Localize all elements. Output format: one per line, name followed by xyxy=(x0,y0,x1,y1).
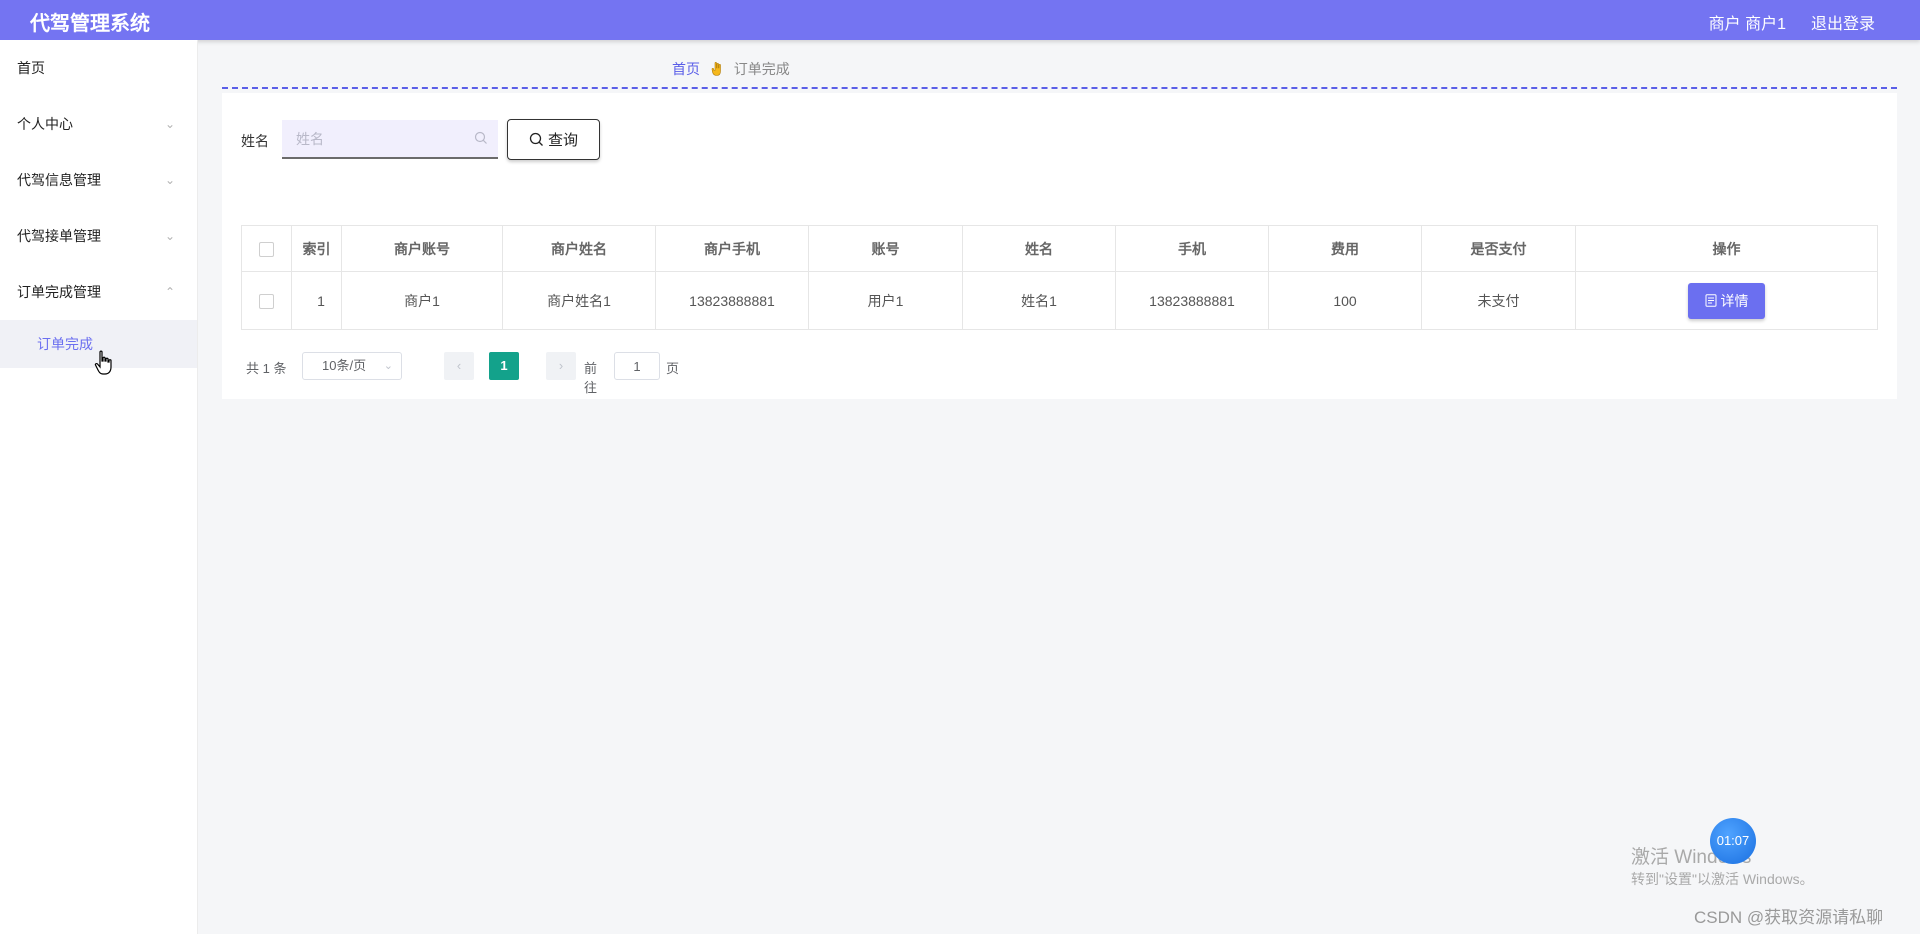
page-size-select[interactable]: 10条/页 ⌄ xyxy=(302,352,402,380)
cell-name: 姓名1 xyxy=(962,271,1116,330)
cell-paid: 未支付 xyxy=(1421,271,1576,330)
cell-fee: 100 xyxy=(1268,271,1422,330)
content-panel: 姓名 查询 索引 商户账号 商户姓名 商户手机 账号 xyxy=(222,93,1897,399)
goto-suffix: 页 xyxy=(666,361,680,376)
detail-button-label: 详情 xyxy=(1720,292,1749,309)
column-header: 商户姓名 xyxy=(502,225,656,272)
table-header-row: 索引 商户账号 商户姓名 商户手机 账号 姓名 手机 费用 是否支付 操作 xyxy=(241,225,1878,272)
sidebar-item-home[interactable]: 首页 xyxy=(0,40,197,96)
top-bar: 代驾管理系统 商户 商户1 退出登录 xyxy=(0,0,1920,40)
sidebar-item-driving-orders[interactable]: 代驾接单管理 ⌄ xyxy=(0,208,197,264)
document-icon xyxy=(1705,294,1716,307)
chevron-down-icon: ⌄ xyxy=(164,173,175,187)
column-header: 姓名 xyxy=(962,225,1116,272)
sidebar: 首页 个人中心 ⌄ 代驾信息管理 ⌄ 代驾接单管理 ⌄ 订单完成管理 ⌃ 订单完… xyxy=(0,40,198,934)
chevron-down-icon: ⌄ xyxy=(383,360,393,372)
activate-windows-hint: 转到"设置"以激活 Windows。 xyxy=(1631,871,1814,887)
csdn-watermark: CSDN @获取资源请私聊 xyxy=(1694,908,1884,927)
sidebar-item-label: 代驾信息管理 xyxy=(17,172,101,188)
column-header: 索引 xyxy=(291,225,342,272)
logout-link[interactable]: 退出登录 xyxy=(1811,10,1875,34)
hand-emoji-icon xyxy=(711,62,721,76)
next-page-button[interactable]: › xyxy=(546,352,576,380)
hand-cursor-icon xyxy=(94,350,112,375)
search-icon xyxy=(529,132,543,146)
column-header: 账号 xyxy=(808,225,963,272)
chevron-down-icon: ⌄ xyxy=(164,229,175,243)
query-button-label: 查询 xyxy=(547,132,578,149)
cell-index: 1 xyxy=(291,271,342,330)
sidebar-item-label: 代驾接单管理 xyxy=(17,228,101,244)
prev-page-button[interactable]: ‹ xyxy=(444,352,474,380)
column-header: 费用 xyxy=(1268,225,1422,272)
breadcrumb-home[interactable]: 首页 xyxy=(672,61,700,77)
page-number-button[interactable]: 1 xyxy=(489,352,519,380)
sidebar-item-label: 订单完成管理 xyxy=(17,284,101,300)
table-row: 1 商户1 商户姓名1 13823888881 用户1 姓名1 13823888… xyxy=(241,271,1878,330)
current-user: 商户 商户1 xyxy=(1708,16,1786,33)
column-header: 商户手机 xyxy=(655,225,809,272)
sidebar-item-label: 个人中心 xyxy=(17,116,73,132)
breadcrumb-current: 订单完成 xyxy=(733,61,790,77)
breadcrumb: 首页 订单完成 xyxy=(672,59,790,79)
sidebar-item-driving-info[interactable]: 代驾信息管理 ⌄ xyxy=(0,152,197,208)
column-header: 手机 xyxy=(1115,225,1269,272)
chevron-up-icon: ⌃ xyxy=(164,285,175,299)
sidebar-item-profile[interactable]: 个人中心 ⌄ xyxy=(0,96,197,152)
divider xyxy=(222,87,1897,89)
column-header: 操作 xyxy=(1575,225,1878,272)
detail-button[interactable]: 详情 xyxy=(1688,282,1765,319)
search-input-wrapper xyxy=(282,120,498,159)
cell-merchant-phone: 13823888881 xyxy=(655,271,809,330)
query-button[interactable]: 查询 xyxy=(507,119,600,160)
recording-timer[interactable]: 01:07 xyxy=(1710,818,1756,864)
select-all-checkbox[interactable] xyxy=(259,241,274,257)
search-label: 姓名 xyxy=(241,133,269,149)
cell-actions: 详情 xyxy=(1575,271,1878,330)
cell-phone: 13823888881 xyxy=(1115,271,1269,330)
select-all-cell xyxy=(241,225,292,272)
row-select-cell xyxy=(241,271,292,330)
app-title: 代驾管理系统 xyxy=(30,13,150,35)
sidebar-item-label: 首页 xyxy=(17,60,45,76)
pagination-total: 共 1 条 xyxy=(246,361,287,376)
sidebar-item-order-complete-mgmt[interactable]: 订单完成管理 ⌃ xyxy=(0,264,197,320)
cell-merchant-account: 商户1 xyxy=(341,271,503,330)
name-search-input[interactable] xyxy=(282,120,468,158)
page-size-value: 10条/页 xyxy=(322,358,367,373)
column-header: 商户账号 xyxy=(341,225,503,272)
goto-page-input[interactable] xyxy=(614,352,660,380)
search-icon xyxy=(474,131,487,144)
orders-table: 索引 商户账号 商户姓名 商户手机 账号 姓名 手机 费用 是否支付 操作 1 … xyxy=(241,225,1878,330)
goto-label: 前往 xyxy=(584,361,598,395)
row-checkbox[interactable] xyxy=(259,293,274,309)
cell-account: 用户1 xyxy=(808,271,963,330)
cell-merchant-name: 商户姓名1 xyxy=(502,271,656,330)
chevron-down-icon: ⌄ xyxy=(164,117,175,131)
column-header: 是否支付 xyxy=(1421,225,1576,272)
